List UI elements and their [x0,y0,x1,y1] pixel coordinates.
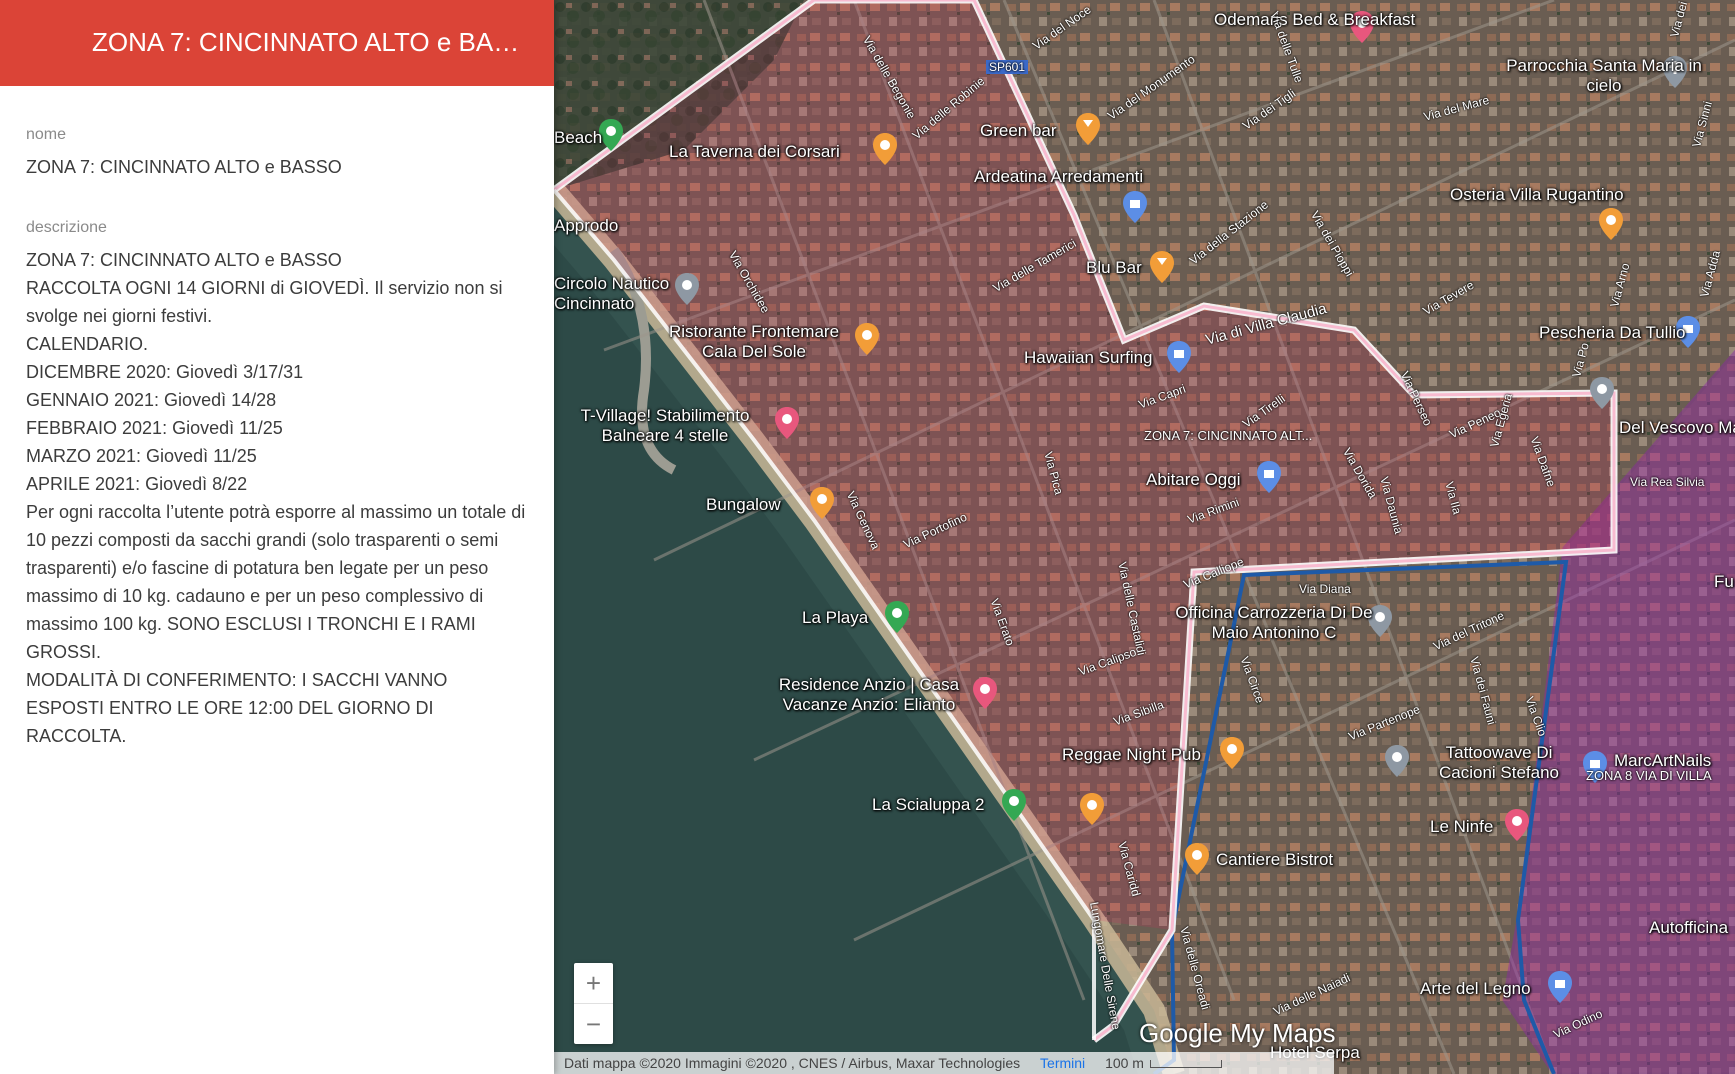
place-label[interactable]: Beach [554,128,602,148]
description-line: RACCOLTA OGNI 14 GIORNI di GIOVEDÌ. Il s… [26,278,503,326]
field-descrizione: descrizione ZONA 7: CINCINNATO ALTO e BA… [26,219,526,750]
place-label[interactable]: La Playa [802,608,868,628]
panel-title: ZONA 7: CINCINNATO ALTO e BASSO [92,27,522,57]
place-label[interactable]: Circolo Nautico Cincinnato [554,274,674,314]
beach-pin[interactable] [884,600,910,634]
description-line: FEBBRAIO 2021: Giovedì 11/25 [26,418,283,438]
shop-pin[interactable] [1256,460,1282,494]
description-line: ZONA 7: CINCINNATO ALTO e BASSO [26,250,342,270]
description-line: CALENDARIO. [26,334,149,354]
place-label[interactable]: Autofficina [1649,918,1728,938]
attraction-pin[interactable] [774,406,800,440]
place-label[interactable]: Odemaris Bed & Breakfast [1214,10,1415,30]
descrizione-value: ZONA 7: CINCINNATO ALTO e BASSO RACCOLTA… [26,246,526,750]
restaurant-pin[interactable] [854,322,880,356]
place-label[interactable]: Arte del Legno [1420,979,1531,999]
place-pin[interactable] [1589,376,1615,410]
description-line: GENNAIO 2021: Giovedì 14/28 [26,390,277,410]
nome-value: ZONA 7: CINCINNATO ALTO e BASSO [26,157,342,177]
description-line: DICEMBRE 2020: Giovedì 3/17/31 [26,362,304,382]
place-label[interactable]: Abitare Oggi [1146,470,1241,490]
bar-pin[interactable] [1149,250,1175,284]
place-label[interactable]: Residence Anzio | Casa Vacanze Anzio: El… [764,675,974,715]
place-label[interactable]: Fu [1714,572,1734,592]
shop-pin[interactable] [1122,190,1148,224]
description-line: MARZO 2021: Giovedì 11/25 [26,446,257,466]
place-label[interactable]: La Scialuppa 2 [872,795,984,815]
place-label[interactable]: Ristorante Frontemare Cala Del Sole [654,322,854,362]
scale-label: 100 m [1105,1055,1144,1071]
map-attribution: Dati mappa ©2020 Immagini ©2020 , CNES /… [554,1052,1334,1074]
shop-pin[interactable] [1547,970,1573,1004]
zone-7-label[interactable]: ZONA 7: CINCINNATO ALT... [1144,428,1312,443]
descrizione-label: descrizione [26,219,107,236]
place-label[interactable]: Osteria Villa Rugantino [1450,185,1624,205]
place-label[interactable]: Bungalow [706,495,781,515]
lodging-pin[interactable] [1504,808,1530,842]
place-label[interactable]: Del Vescovo Maurizio [1619,418,1735,438]
description-line: Per ogni raccolta l’utente potrà esporre… [26,502,526,662]
restaurant-pin[interactable] [872,132,898,166]
place-label[interactable]: Tattoowave Di Cacioni Stefano [1424,743,1574,783]
place-label[interactable]: Hawaiian Surfing [1024,348,1153,368]
restaurant-pin[interactable] [1598,207,1624,241]
place-label[interactable]: Approdo [554,216,618,236]
place-label[interactable]: Parrocchia Santa Maria in cielo [1504,56,1704,96]
road-label: Via Rea Silvia [1630,475,1705,489]
place-label[interactable]: Reggae Night Pub [1062,745,1201,765]
restaurant-pin[interactable] [1079,792,1105,826]
map-canvas[interactable]: Odemaris Bed & Breakfast Parrocchia Sant… [554,0,1735,1074]
place-label[interactable]: Cantiere Bistrot [1216,850,1333,870]
description-line: APRILE 2021: Giovedì 8/22 [26,474,248,494]
zoom-in-button[interactable]: + [574,963,613,1003]
place-label[interactable]: Green bar [980,121,1057,141]
road-label: Via Diana [1299,582,1351,596]
place-label[interactable]: T-Village! Stabilimento Balneare 4 stell… [560,406,770,446]
lodging-pin[interactable] [972,676,998,710]
place-label[interactable]: Officina Carrozzeria Di De Maio Antonino… [1174,603,1374,643]
bar-pin[interactable] [1075,112,1101,146]
place-label[interactable]: Le Ninfe [1430,817,1493,837]
place-pin[interactable] [1384,744,1410,778]
attribution-text: Dati mappa ©2020 Immagini ©2020 , CNES /… [564,1055,1021,1071]
description-line: MODALITÀ DI CONFERIMENTO: I SACCHI VANNO… [26,670,448,746]
beach-pin[interactable] [1001,788,1027,822]
feature-details-panel: ZONA 7: CINCINNATO ALTO e BASSO nome ZON… [0,0,554,1074]
panel-header: ZONA 7: CINCINNATO ALTO e BASSO [0,0,554,86]
restaurant-pin[interactable] [1184,842,1210,876]
terms-link[interactable]: Termini [1040,1055,1085,1071]
field-nome: nome ZONA 7: CINCINNATO ALTO e BASSO [26,126,526,181]
restaurant-pin[interactable] [809,486,835,520]
place-label[interactable]: Pescheria Da Tullio [1539,323,1685,343]
nome-label: nome [26,126,67,143]
place-label[interactable]: Ardeatina Arredamenti [974,167,1143,187]
google-my-maps-logo: Google My Maps [1139,1018,1336,1048]
zoom-out-button[interactable]: − [574,1003,613,1044]
road-label: SP601 [986,60,1029,74]
place-label[interactable]: Blu Bar [1086,258,1142,278]
zoom-controls: + − [574,963,613,1044]
place-pin[interactable] [674,272,700,306]
scale-bar [1149,1060,1222,1069]
shop-pin[interactable] [1166,340,1192,374]
place-label[interactable]: La Taverna dei Corsari [669,142,840,162]
restaurant-pin[interactable] [1219,736,1245,770]
zone-8-label[interactable]: ZONA 8 VIA DI VILLA [1586,768,1712,783]
